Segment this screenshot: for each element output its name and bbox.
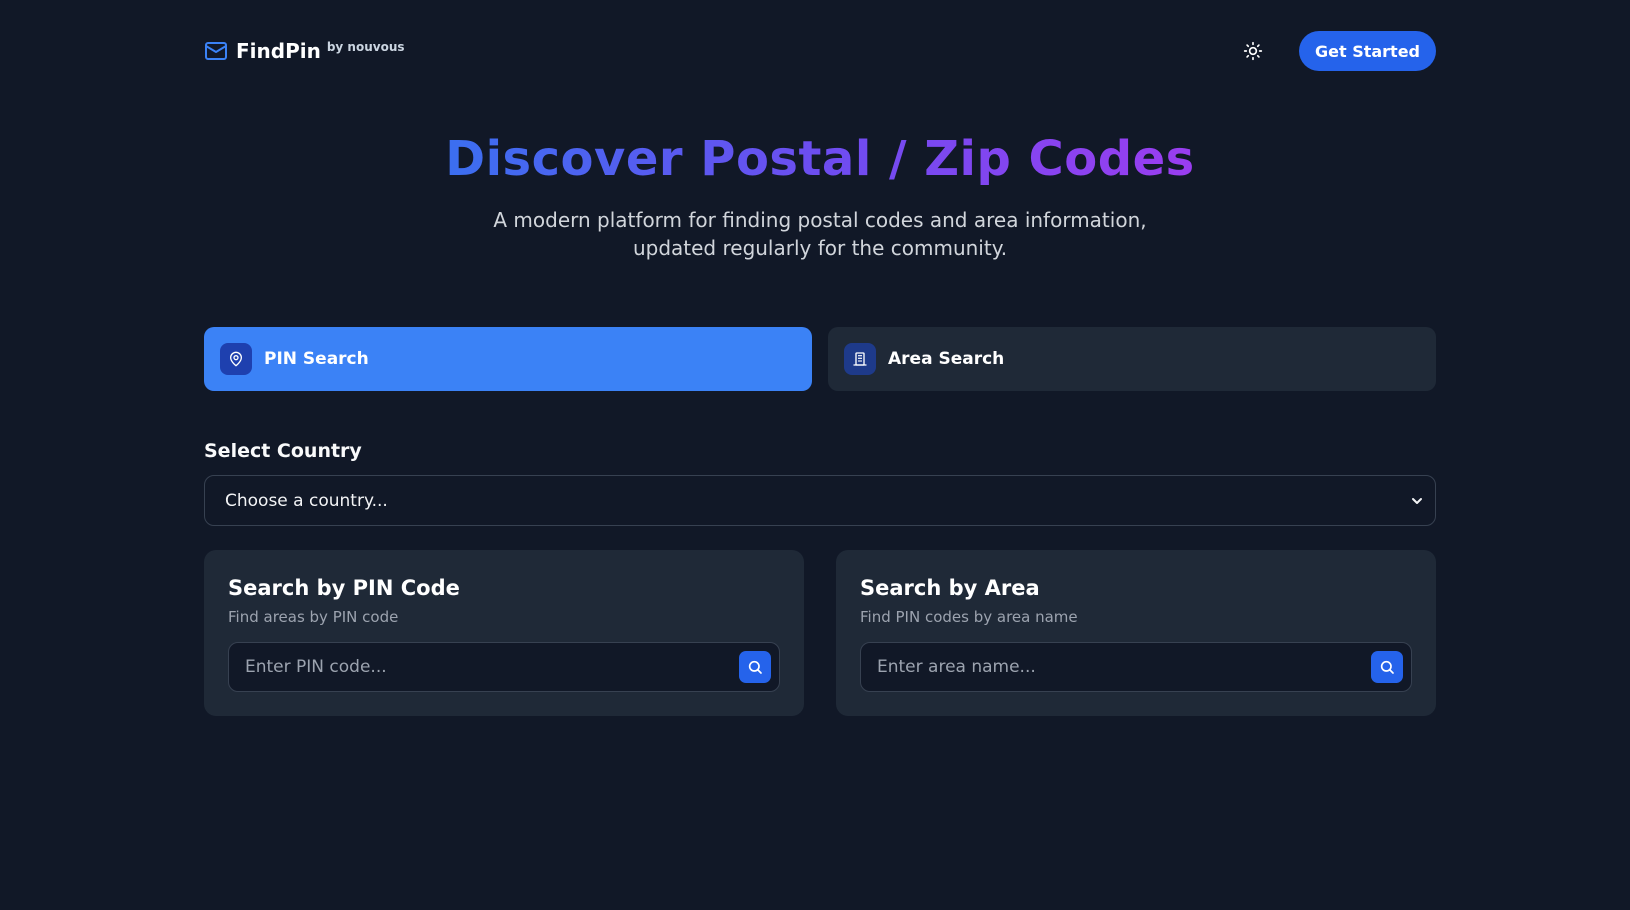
- area-card-subtitle: Find PIN codes by area name: [860, 608, 1078, 626]
- hero-subtitle: A modern platform for finding postal cod…: [0, 206, 1630, 262]
- area-card-title: Search by Area: [860, 576, 1040, 600]
- building-icon: [844, 343, 876, 375]
- country-select-value: Choose a country...: [225, 490, 388, 511]
- pin-search-button[interactable]: [739, 651, 771, 683]
- tab-area-search[interactable]: Area Search: [828, 327, 1436, 391]
- pin-search-box: [228, 642, 780, 692]
- hero-subtitle-line2: updated regularly for the community.: [632, 236, 1008, 260]
- area-search-box: [860, 642, 1412, 692]
- mail-icon: [205, 42, 227, 60]
- search-mode-tabs: PIN Search Area Search: [204, 327, 1436, 391]
- search-icon: [1380, 660, 1394, 674]
- chevron-down-icon: [1412, 497, 1422, 504]
- search-icon: [748, 660, 762, 674]
- tab-pin-search-label: PIN Search: [264, 349, 369, 369]
- sun-icon: [1243, 41, 1263, 61]
- header-actions: Get Started: [1237, 31, 1436, 71]
- get-started-button[interactable]: Get Started: [1298, 31, 1436, 71]
- country-select-label: Select Country: [204, 440, 362, 462]
- theme-toggle-button[interactable]: [1237, 35, 1269, 67]
- country-select[interactable]: Choose a country...: [204, 475, 1436, 526]
- pin-search-input[interactable]: [245, 657, 739, 677]
- brand-byline: by nouvous: [326, 40, 405, 54]
- hero-subtitle-line1: A modern platform for finding postal cod…: [493, 208, 1147, 232]
- pin-card-title: Search by PIN Code: [228, 576, 460, 600]
- hero-title: Discover Postal / Zip Codes: [0, 126, 1630, 192]
- header: FindPin by nouvous Get Started: [204, 30, 1436, 72]
- brand-logo[interactable]: FindPin by nouvous: [204, 31, 405, 71]
- page: FindPin by nouvous Get Started Discover …: [0, 0, 1630, 910]
- pin-card-subtitle: Find areas by PIN code: [228, 608, 399, 626]
- area-search-button[interactable]: [1371, 651, 1403, 683]
- hero-title-text: Discover Postal / Zip Codes: [445, 131, 1195, 187]
- map-pin-icon: [220, 343, 252, 375]
- area-search-card: Search by Area Find PIN codes by area na…: [836, 550, 1436, 716]
- brand-name: FindPin: [236, 39, 321, 63]
- area-search-input[interactable]: [877, 657, 1371, 677]
- pin-search-card: Search by PIN Code Find areas by PIN cod…: [204, 550, 804, 716]
- tab-pin-search[interactable]: PIN Search: [204, 327, 812, 391]
- tab-area-search-label: Area Search: [888, 349, 1005, 369]
